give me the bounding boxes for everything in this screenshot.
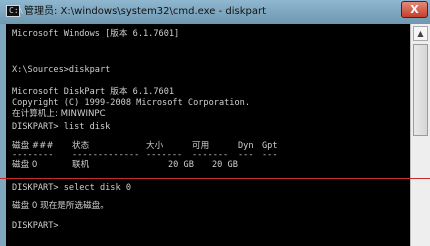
disk-status: 联机 bbox=[72, 160, 90, 170]
scroll-thumb[interactable] bbox=[413, 44, 428, 136]
divider-line bbox=[0, 178, 430, 179]
table-row: 磁盘 0 联机 20 GB 20 GB bbox=[12, 159, 238, 171]
console-line: X:\Sources>diskpart bbox=[12, 65, 111, 75]
cmd-icon[interactable]: C:\ bbox=[6, 5, 23, 17]
console-line: 磁盘 0 现在是所选磁盘。 bbox=[12, 201, 109, 211]
scroll-up-icon[interactable]: ▲ bbox=[413, 26, 428, 41]
cmd-window: C:\ 管理员: X:\windows\system32\cmd.exe - d… bbox=[0, 0, 430, 246]
console-line: DISKPART> select disk 0 bbox=[12, 183, 131, 193]
window-title: 管理员: X:\windows\system32\cmd.exe - diskp… bbox=[24, 6, 267, 17]
console-line: DISKPART> list disk bbox=[12, 122, 111, 132]
close-button[interactable]: X bbox=[401, 1, 428, 18]
title-bar[interactable]: C:\ 管理员: X:\windows\system32\cmd.exe - d… bbox=[0, 0, 430, 24]
disk-free: 20 GB bbox=[212, 160, 238, 170]
console-output[interactable]: Microsoft Windows [版本 6.1.7601] X:\Sourc… bbox=[6, 24, 410, 246]
console-line: Microsoft Windows [版本 6.1.7601] bbox=[12, 29, 180, 39]
console-prompt[interactable]: DISKPART> bbox=[12, 220, 59, 232]
console-line: 在计算机上: MINWINPC bbox=[12, 109, 106, 119]
vertical-scrollbar[interactable]: ▲ bbox=[410, 24, 430, 246]
disk-size: 20 GB bbox=[168, 160, 194, 170]
disk-number: 磁盘 0 bbox=[12, 160, 38, 170]
separator: --- bbox=[262, 150, 278, 160]
separator: --- bbox=[238, 150, 254, 160]
